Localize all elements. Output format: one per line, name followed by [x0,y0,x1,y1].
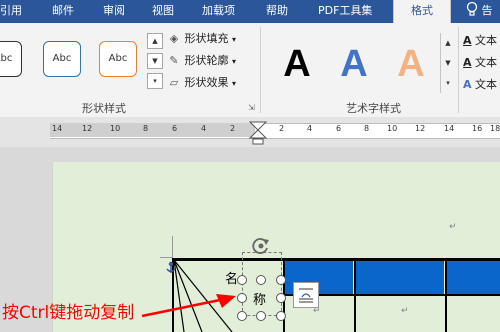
shape-effects-icon: ▱ [169,76,179,89]
pen-outline-icon: ✎ [169,54,179,67]
gallery-up-button[interactable]: ▲ [147,33,163,49]
text-fill-icon: A [463,34,472,47]
crop-mark [172,236,173,258]
tab-addins[interactable]: 加载项 [202,0,235,23]
shape-effects-button[interactable]: ▱ 形状效果 ▾ [167,74,236,92]
ruler-tick: 6 [172,124,178,133]
text-effects-label: 文本 [475,78,498,91]
resize-handle[interactable] [256,275,266,285]
shape-styles-group-label: 形状样式 [82,102,126,115]
layout-options-button[interactable] [293,282,319,308]
ruler-tick: 4 [307,124,313,133]
resize-handle[interactable] [276,293,286,303]
shape-style-2[interactable]: Abc [43,41,81,77]
tab-help[interactable]: 帮助 [266,0,288,23]
ruler-tick: 2 [279,124,285,133]
dialog-launcher-icon[interactable]: ⇲ [248,103,255,112]
annotation-text: 按Ctrl键拖动复制 [2,303,135,323]
crop-mark [160,257,172,258]
wordart-styles-group-label: 艺术字样式 [346,102,401,115]
shape-fill-label: 形状填充 [184,32,229,45]
text-outline-button[interactable]: A 文本 [463,54,497,70]
ruler-tick: 8 [143,124,149,133]
text-effects-button[interactable]: A 文本 [463,76,497,92]
ruler-tick: 12 [82,124,93,133]
shape-fill-button[interactable]: ◈ 形状填充 ▾ [167,30,236,48]
text-outline-icon: A [463,56,472,69]
ruler-tick: 2 [230,124,236,133]
layout-options-icon [299,288,313,303]
ruler-tick: 6 [336,124,342,133]
tell-me-text: 告 [481,4,493,17]
shape-outline-button[interactable]: ✎ 形状轮廓 ▾ [167,52,236,70]
shape-outline-label: 形状轮廓 [184,54,229,67]
ruler-tick: 10 [387,124,398,133]
ruler-tick: 8 [364,124,370,133]
tab-review[interactable]: 审阅 [103,0,125,23]
tab-pdf-tools[interactable]: PDF工具集 [318,0,372,23]
table-header-cell[interactable] [356,261,444,294]
lightbulb-icon [466,1,482,17]
text-fill-label: 文本 [475,34,498,47]
ribbon-tab-bar: 引用 邮件 审阅 视图 加载项 帮助 PDF工具集 格式 告 [0,0,500,23]
tell-me-box[interactable]: 告 [466,0,493,23]
textbox-text: 称 [253,293,267,308]
text-effects-icon: A [463,78,472,91]
gallery-more-button[interactable]: ▾ [147,73,163,89]
indent-marker-icon[interactable] [248,120,268,146]
group-divider [260,27,261,113]
shape-style-1[interactable]: Abc [0,41,22,77]
shape-effects-label: 形状效果 [184,76,229,89]
fill-bucket-icon: ◈ [169,32,179,45]
tab-view[interactable]: 视图 [152,0,174,23]
table-header-cell[interactable] [447,261,500,294]
ruler-tick: 16 [472,124,483,133]
textbox-text: 名 [225,272,239,287]
tab-format[interactable]: 格式 [393,0,451,23]
tab-mailings[interactable]: 邮件 [52,0,74,23]
resize-handle[interactable] [276,311,286,321]
chevron-down-icon: ▾ [232,57,237,66]
resize-handle[interactable] [276,275,286,285]
text-fill-button[interactable]: A 文本 [463,32,497,48]
chevron-down-icon: ▾ [232,79,237,88]
annotation-arrow-icon [141,294,236,318]
wordart-style-black[interactable]: A [270,41,324,87]
chevron-down-icon: ▾ [232,35,237,44]
shape-style-3[interactable]: Abc [99,41,137,77]
group-divider [458,27,459,113]
ruler-margin-shade [50,123,255,137]
resize-handle[interactable] [237,275,247,285]
paragraph-mark: ↵ [449,222,457,232]
ribbon-panel: Abc Abc Abc ▲ ▼ ▾ ◈ 形状填充 ▾ ✎ 形状轮廓 ▾ ▱ 形状… [0,23,500,118]
ruler-tick: 14 [52,124,63,133]
wordart-gallery-scroll[interactable]: ▲ ▼ ▾ [440,33,455,93]
ruler-tick: 4 [201,124,207,133]
ruler-tick: 10 [110,124,121,133]
tab-references[interactable]: 引用 [0,0,22,23]
gallery-down-button[interactable]: ▼ [147,53,163,69]
resize-handle[interactable] [256,311,266,321]
ruler-tick: 18 [490,124,500,133]
ruler-tick: 14 [444,124,455,133]
anchor-icon[interactable] [164,261,178,275]
wordart-style-orange[interactable]: A [384,41,438,87]
text-outline-label: 文本 [475,56,498,69]
wordart-style-blue[interactable]: A [327,41,381,87]
ruler-tick: 12 [415,124,426,133]
rotate-handle-icon[interactable] [251,236,271,256]
